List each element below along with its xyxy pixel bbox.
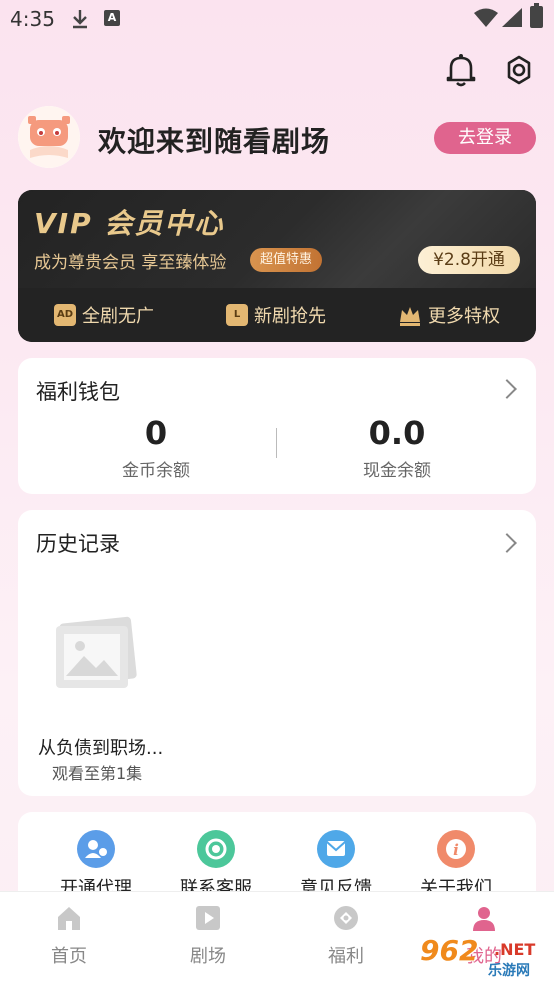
download-icon (73, 10, 87, 29)
top-actions (444, 52, 536, 88)
profile-header: 欢迎来到随看剧场 去登录 (18, 106, 536, 168)
avatar[interactable] (18, 106, 80, 168)
benefit-label: 更多特权 (428, 306, 500, 327)
mascot-avatar-icon (18, 106, 80, 168)
support-headset-icon (197, 830, 235, 868)
benefit-no-ads: AD 全剧无广 (54, 302, 154, 328)
history-item-title[interactable]: 从负债到职场... (38, 734, 163, 760)
signal-icon (502, 8, 522, 27)
welcome-title: 欢迎来到随看剧场 (98, 125, 331, 158)
site-watermark: 962 .NET 乐游网 (414, 934, 548, 980)
service-feedback[interactable]: 意见反馈 (286, 830, 386, 900)
watermark-number: 962 (420, 934, 479, 967)
vip-benefits: AD 全剧无广 L 新剧抢先 更多特权 (18, 288, 536, 342)
tab-home[interactable]: 首页 (19, 904, 119, 968)
info-icon: i (437, 830, 475, 868)
user-icon (473, 907, 495, 931)
divider (276, 428, 277, 458)
play-icon (196, 906, 220, 930)
coins-label: 金币余额 (122, 461, 190, 481)
agent-icon (77, 830, 115, 868)
service-agent[interactable]: 开通代理 (46, 830, 146, 900)
coin-icon (334, 906, 358, 930)
history-card: 历史记录 从负债到职场... 观看至第1集 (18, 510, 536, 796)
tab-theater[interactable]: 剧场 (158, 904, 258, 968)
login-button[interactable]: 去登录 (434, 122, 536, 154)
feedback-icon (317, 830, 355, 868)
wallet-title: 福利钱包 (36, 380, 120, 404)
vip-open-button[interactable]: ¥2.8开通 (418, 246, 520, 274)
settings-gear-icon[interactable] (502, 52, 536, 88)
notification-a-icon: A (104, 10, 120, 26)
watermark-net: .NET (494, 940, 536, 959)
vip-center-card[interactable]: VIP 会员中心 成为尊贵会员 享至臻体验 超值特惠 ¥2.8开通 AD 全剧无… (18, 190, 536, 342)
image-placeholder-icon[interactable] (52, 602, 144, 694)
tab-label: 首页 (51, 946, 87, 967)
history-item-progress: 观看至第1集 (52, 764, 143, 783)
early-access-icon: L (226, 304, 248, 326)
benefit-more-privileges: 更多特权 (398, 302, 500, 328)
svg-text:i: i (453, 841, 459, 859)
status-time: 4:35 (10, 7, 55, 31)
tab-welfare[interactable]: 福利 (296, 904, 396, 968)
vip-subtitle: 成为尊贵会员 享至臻体验 (34, 253, 227, 273)
coins-value: 0 (144, 414, 168, 452)
chevron-right-icon (497, 379, 517, 399)
wifi-icon (474, 8, 498, 27)
cash-value: 0.0 (368, 414, 426, 452)
vip-promo-badge: 超值特惠 (250, 248, 323, 272)
benefit-early-access: L 新剧抢先 (226, 302, 326, 328)
vip-banner: VIP 会员中心 成为尊贵会员 享至臻体验 超值特惠 ¥2.8开通 (18, 190, 536, 288)
status-bar: 4:35 A (0, 0, 554, 40)
tab-label: 福利 (328, 946, 364, 967)
watermark-cn: 乐游网 (488, 963, 530, 979)
crown-icon (400, 307, 420, 326)
battery-icon (530, 3, 543, 28)
home-icon (58, 907, 80, 930)
bell-icon[interactable] (444, 52, 478, 88)
wallet-card[interactable]: 福利钱包 0 金币余额 0.0 现金余额 (18, 358, 536, 494)
benefit-label: 新剧抢先 (254, 306, 326, 327)
service-support[interactable]: 联系客服 (166, 830, 266, 900)
coins-balance: 0 金币余额 (56, 414, 256, 481)
cash-balance: 0.0 现金余额 (297, 414, 497, 481)
history-title: 历史记录 (36, 532, 120, 556)
benefit-label: 全剧无广 (82, 306, 154, 327)
tab-label: 剧场 (190, 946, 226, 967)
vip-title: VIP 会员中心 (34, 207, 225, 240)
ad-icon: AD (54, 304, 76, 326)
chevron-right-icon[interactable] (497, 533, 517, 553)
service-about[interactable]: i 关于我们 (406, 830, 506, 900)
cash-label: 现金余额 (363, 461, 431, 481)
